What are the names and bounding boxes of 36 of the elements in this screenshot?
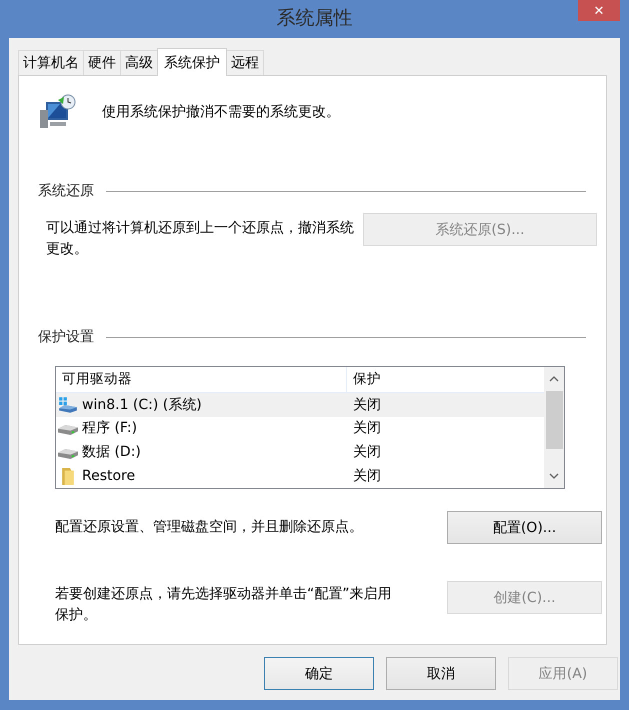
create-description: 若要创建还原点，请先选择驱动器并单击“配置”来启用保护。 <box>55 585 393 625</box>
tab[interactable]: 计算机名 <box>18 50 84 75</box>
drive-name: Restore <box>82 468 136 484</box>
restore-description: 可以通过将计算机还原到上一个还原点，撤消系统更改。 <box>46 219 355 259</box>
dialog-button[interactable]: 确定 <box>264 657 374 690</box>
section-heading: 保护设置 <box>38 328 94 346</box>
scrollbar[interactable] <box>544 367 564 488</box>
drive-icon <box>58 449 78 460</box>
drive-row[interactable]: Restore 关闭 <box>56 464 544 488</box>
section-heading: 系统还原 <box>38 182 94 200</box>
protection-status: 关闭 <box>352 443 381 462</box>
configure-description: 配置还原设置、管理磁盘空间，并且删除还原点。 <box>55 518 364 537</box>
window-title: 系统属性 <box>276 6 352 31</box>
drive-icon <box>58 396 78 414</box>
drive-name: win8.1 (C:) (系统) <box>82 396 202 414</box>
column-header[interactable]: 保护 <box>347 367 381 392</box>
scroll-up-icon[interactable] <box>549 376 559 382</box>
configure-button[interactable]: 配置(O)... <box>447 511 602 544</box>
dialog-button[interactable]: 取消 <box>386 657 496 690</box>
protection-status: 关闭 <box>352 467 381 486</box>
computer-restore-icon <box>38 94 76 130</box>
folder-icon <box>62 468 74 485</box>
protection-status: 关闭 <box>352 396 381 414</box>
column-header[interactable]: 可用驱动器 <box>56 367 347 392</box>
drive-row[interactable]: win8.1 (C:) (系统) 关闭 <box>56 392 544 417</box>
close-button[interactable]: ✕ <box>578 0 620 21</box>
drive-name: 数据 (D:) <box>82 443 141 462</box>
tab[interactable]: 系统保护 <box>157 48 227 76</box>
drive-name: 程序 (F:) <box>82 419 138 438</box>
drive-icon <box>58 425 78 436</box>
drive-row[interactable]: 程序 (F:) 关闭 <box>56 416 544 440</box>
intro-text: 使用系统保护撤消不需要的系统更改。 <box>102 103 340 121</box>
drive-row[interactable]: 数据 (D:) 关闭 <box>56 440 544 464</box>
tab[interactable]: 远程 <box>226 50 264 75</box>
scroll-down-icon[interactable] <box>549 473 559 479</box>
protection-status: 关闭 <box>352 419 381 438</box>
